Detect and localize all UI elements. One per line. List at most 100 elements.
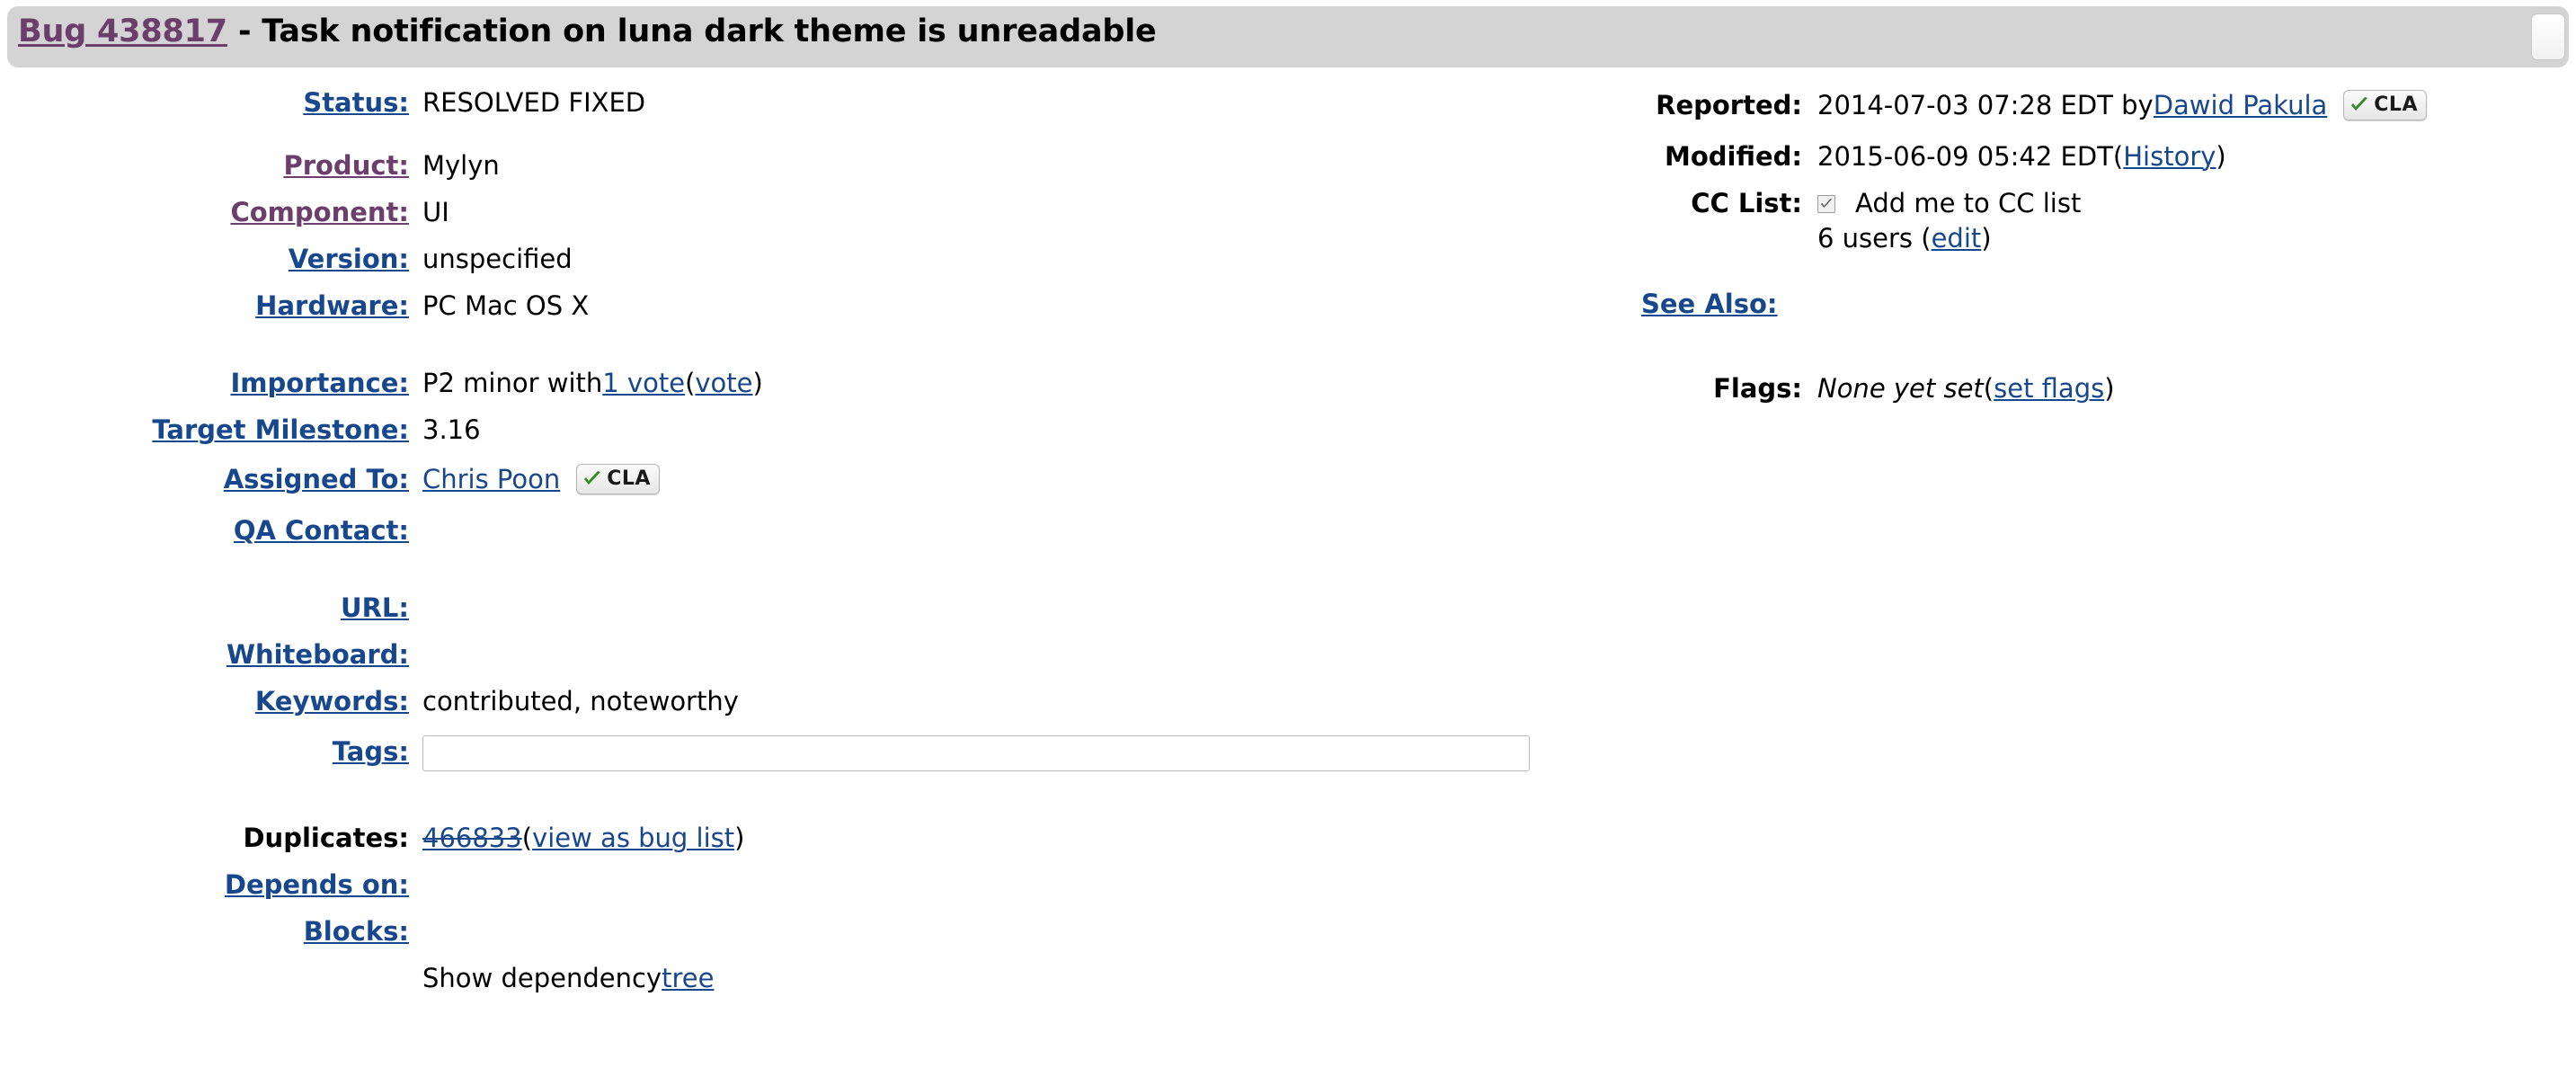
bug-id-link[interactable]: Bug 438817 <box>18 13 227 49</box>
paren-close: ) <box>734 823 745 853</box>
url-label-cell: URL: <box>0 595 409 621</box>
see-also-label-cell: See Also: <box>1582 291 1802 317</box>
blocks-label-link[interactable]: Blocks: <box>304 916 409 947</box>
paren-open: ( <box>685 368 696 398</box>
field-row-see-also: See Also: <box>1582 291 2576 317</box>
cc-add-me-row: Add me to CC list <box>1817 191 2576 217</box>
field-row-tags: Tags: <box>0 735 1582 773</box>
status-label-cell: Status: <box>0 90 409 116</box>
hardware-value: PC Mac OS X <box>422 290 590 321</box>
view-as-bug-list-link[interactable]: view as bug list <box>532 825 734 851</box>
see-also-label-link[interactable]: See Also: <box>1641 289 1778 319</box>
field-row-keywords: Keywords: contributed, noteworthy <box>0 686 1582 716</box>
depends-on-label-cell: Depends on: <box>0 872 409 898</box>
cla-badge-label: CLA <box>2374 93 2418 116</box>
field-row-flags: Flags: None yet set (set flags) <box>1582 373 2576 404</box>
bug-fields-right-column: Reported: 2014-07-03 07:28 EDT by Dawid … <box>1582 90 2576 404</box>
assigned-to-label-link[interactable]: Assigned To: <box>224 464 409 494</box>
field-row-duplicates: Duplicates: 466833 (view as bug list) <box>0 823 1582 853</box>
importance-label-link[interactable]: Importance: <box>230 368 409 398</box>
cla-badge-label: CLA <box>607 467 651 490</box>
hardware-label-cell: Hardware: <box>0 293 409 319</box>
assigned-to-label-cell: Assigned To: <box>0 464 409 494</box>
scroll-thumb-widget[interactable] <box>2531 13 2565 60</box>
cla-badge-assignee[interactable]: CLA <box>576 464 660 494</box>
reported-value: 2014-07-03 07:28 EDT by Dawid Pakula CLA <box>1802 90 2576 120</box>
paren-open: ( <box>1921 223 1932 254</box>
add-me-to-cc-checkbox[interactable] <box>1817 194 1835 213</box>
duplicate-bug-link[interactable]: 466833 <box>422 825 522 851</box>
field-row-status: Status: RESOLVED FIXED <box>0 87 1582 118</box>
version-label-link[interactable]: Version: <box>289 244 409 274</box>
cc-list-label: CC List: <box>1691 188 1802 218</box>
field-row-importance: Importance: P2 minor with 1 vote (vote) <box>0 370 1582 396</box>
version-value: unspecified <box>422 244 573 274</box>
paren-open: ( <box>2112 141 2124 172</box>
duplicates-label: Duplicates: <box>243 823 409 853</box>
field-row-blocks: Blocks: <box>0 919 1582 945</box>
vote-link[interactable]: vote <box>695 370 752 396</box>
whiteboard-label-cell: Whiteboard: <box>0 642 409 668</box>
cc-edit-link[interactable]: edit <box>1932 223 1982 254</box>
field-row-assigned-to: Assigned To: Chris Poon CLA <box>0 464 1582 496</box>
assignee-link[interactable]: Chris Poon <box>422 466 560 493</box>
vote-count-link[interactable]: 1 vote <box>602 370 685 396</box>
field-row-modified: Modified: 2015-06-09 05:42 EDT (History) <box>1582 141 2576 172</box>
version-label-cell: Version: <box>0 246 409 272</box>
qa-contact-label-link[interactable]: QA Contact: <box>234 515 409 546</box>
set-flags-link[interactable]: set flags <box>1994 376 2104 402</box>
tags-value <box>409 735 1582 771</box>
paren-open: ( <box>1983 373 1994 404</box>
field-row-component: Component: UI <box>0 200 1582 226</box>
history-link[interactable]: History <box>2123 144 2216 170</box>
product-value: Mylyn <box>422 150 500 181</box>
status-value: RESOLVED FIXED <box>422 87 646 118</box>
field-row-reported: Reported: 2014-07-03 07:28 EDT by Dawid … <box>1582 90 2576 122</box>
bug-title-bar: Bug 438817 - Task notification on luna d… <box>7 6 2569 67</box>
dependency-tree-link[interactable]: tree <box>662 966 714 992</box>
field-row-url: URL: <box>0 595 1582 621</box>
depends-on-label-link[interactable]: Depends on: <box>225 869 409 900</box>
target-milestone-label-cell: Target Milestone: <box>0 417 409 443</box>
reporter-link[interactable]: Dawid Pakula <box>2154 92 2328 119</box>
paren-close: ) <box>752 368 763 398</box>
modified-label: Modified: <box>1664 141 1802 172</box>
status-label-link[interactable]: Status: <box>303 87 409 118</box>
importance-label-cell: Importance: <box>0 370 409 396</box>
hardware-label-link[interactable]: Hardware: <box>255 290 409 321</box>
tags-input[interactable] <box>422 735 1530 771</box>
field-row-qa-contact: QA Contact: <box>0 515 1582 546</box>
blocks-label-cell: Blocks: <box>0 919 409 945</box>
paren-close: ) <box>2104 373 2115 404</box>
whiteboard-label-link[interactable]: Whiteboard: <box>227 639 409 670</box>
cla-badge-reporter[interactable]: CLA <box>2343 90 2427 120</box>
flags-none-text: None yet set <box>1817 373 1984 404</box>
modified-value: 2015-06-09 05:42 EDT (History) <box>1802 144 2576 170</box>
flags-label-cell: Flags: <box>1582 376 1802 402</box>
component-label-cell: Component: <box>0 200 409 226</box>
cc-list-label-cell: CC List: <box>1582 191 1802 217</box>
product-label-cell: Product: <box>0 153 409 179</box>
flags-label: Flags: <box>1713 373 1802 404</box>
tags-label-link[interactable]: Tags: <box>333 736 409 767</box>
keywords-label-link[interactable]: Keywords: <box>255 686 409 716</box>
cc-list-value: Add me to CC list 6 users (edit) <box>1802 191 2576 252</box>
target-milestone-label-link[interactable]: Target Milestone: <box>152 414 409 445</box>
reported-timestamp: 2014-07-03 07:28 EDT by <box>1817 89 2154 120</box>
page-title: Bug 438817 - Task notification on luna d… <box>18 13 1157 49</box>
keywords-value: contributed, noteworthy <box>422 686 739 716</box>
cc-users-row: 6 users (edit) <box>1817 226 2576 252</box>
assigned-to-value: Chris Poon CLA <box>409 464 1582 494</box>
component-label-link[interactable]: Component: <box>230 197 409 227</box>
url-label-link[interactable]: URL: <box>341 592 409 623</box>
product-label-link[interactable]: Product: <box>283 150 409 181</box>
